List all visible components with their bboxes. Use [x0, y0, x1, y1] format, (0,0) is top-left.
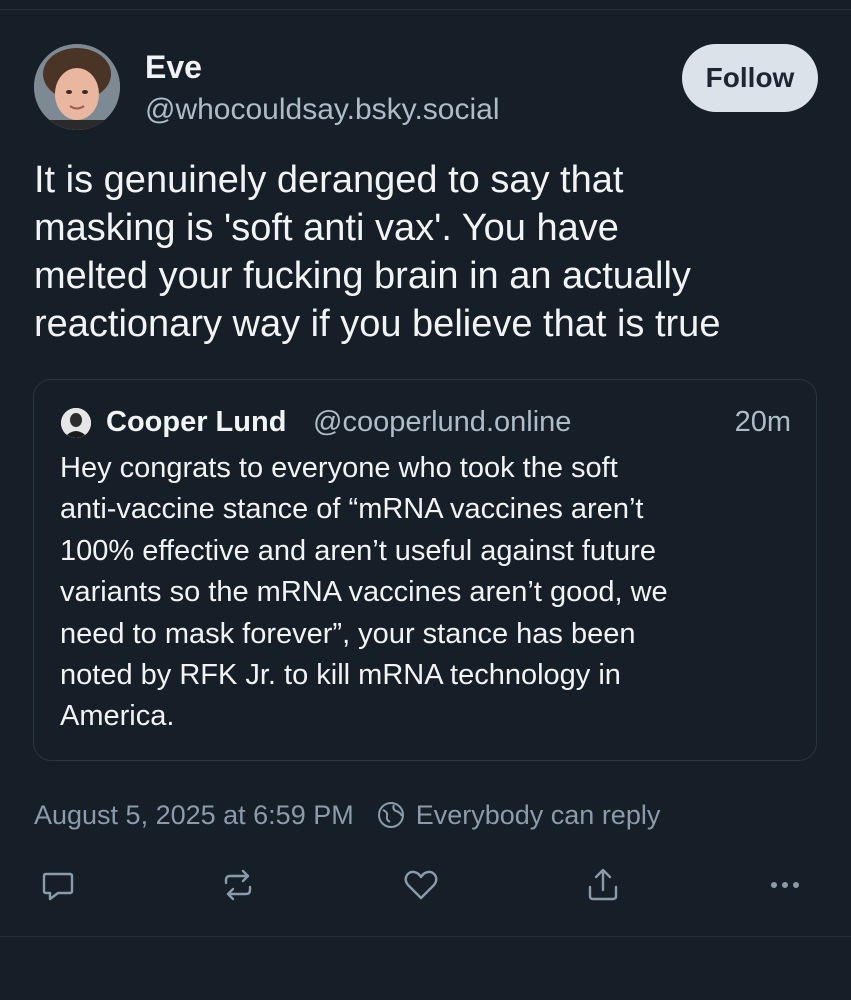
avatar-photo [34, 44, 120, 130]
quote-post-card[interactable]: Cooper Lund @cooperlund.online 20m Hey c… [33, 379, 817, 761]
repost-icon [224, 869, 252, 901]
quote-author-handle[interactable]: @cooperlund.online [313, 402, 571, 442]
action-bar [0, 855, 851, 915]
post-timestamp: August 5, 2025 at 6:59 PM [34, 799, 354, 830]
follow-button[interactable]: Follow [682, 44, 818, 112]
reply-setting[interactable]: Everybody can reply [416, 800, 661, 831]
share-button[interactable] [573, 855, 633, 915]
reply-icon [42, 872, 74, 901]
author-handle[interactable]: @whocouldsay.bsky.social [145, 90, 500, 130]
quote-author-name[interactable]: Cooper Lund [106, 402, 286, 442]
author-name[interactable]: Eve [145, 47, 202, 87]
like-icon [404, 870, 438, 900]
more-button[interactable] [755, 855, 815, 915]
more-icon [771, 882, 799, 888]
post-text: It is genuinely deranged to say that mas… [34, 159, 721, 345]
quote-author-avatar[interactable] [61, 408, 91, 438]
quote-avatar-photo [61, 408, 91, 438]
reply-button[interactable] [28, 855, 88, 915]
bottom-divider [0, 936, 851, 937]
author-avatar[interactable] [34, 44, 120, 130]
globe-icon [376, 800, 406, 830]
share-icon [588, 868, 618, 901]
quote-timestamp: 20m [734, 406, 791, 438]
top-divider [0, 9, 851, 10]
like-button[interactable] [391, 855, 451, 915]
post-meta: August 5, 2025 at 6:59 PM Everybody can … [34, 795, 660, 835]
quote-text: Hey congrats to everyone who took the so… [60, 452, 668, 733]
repost-button[interactable] [208, 855, 268, 915]
